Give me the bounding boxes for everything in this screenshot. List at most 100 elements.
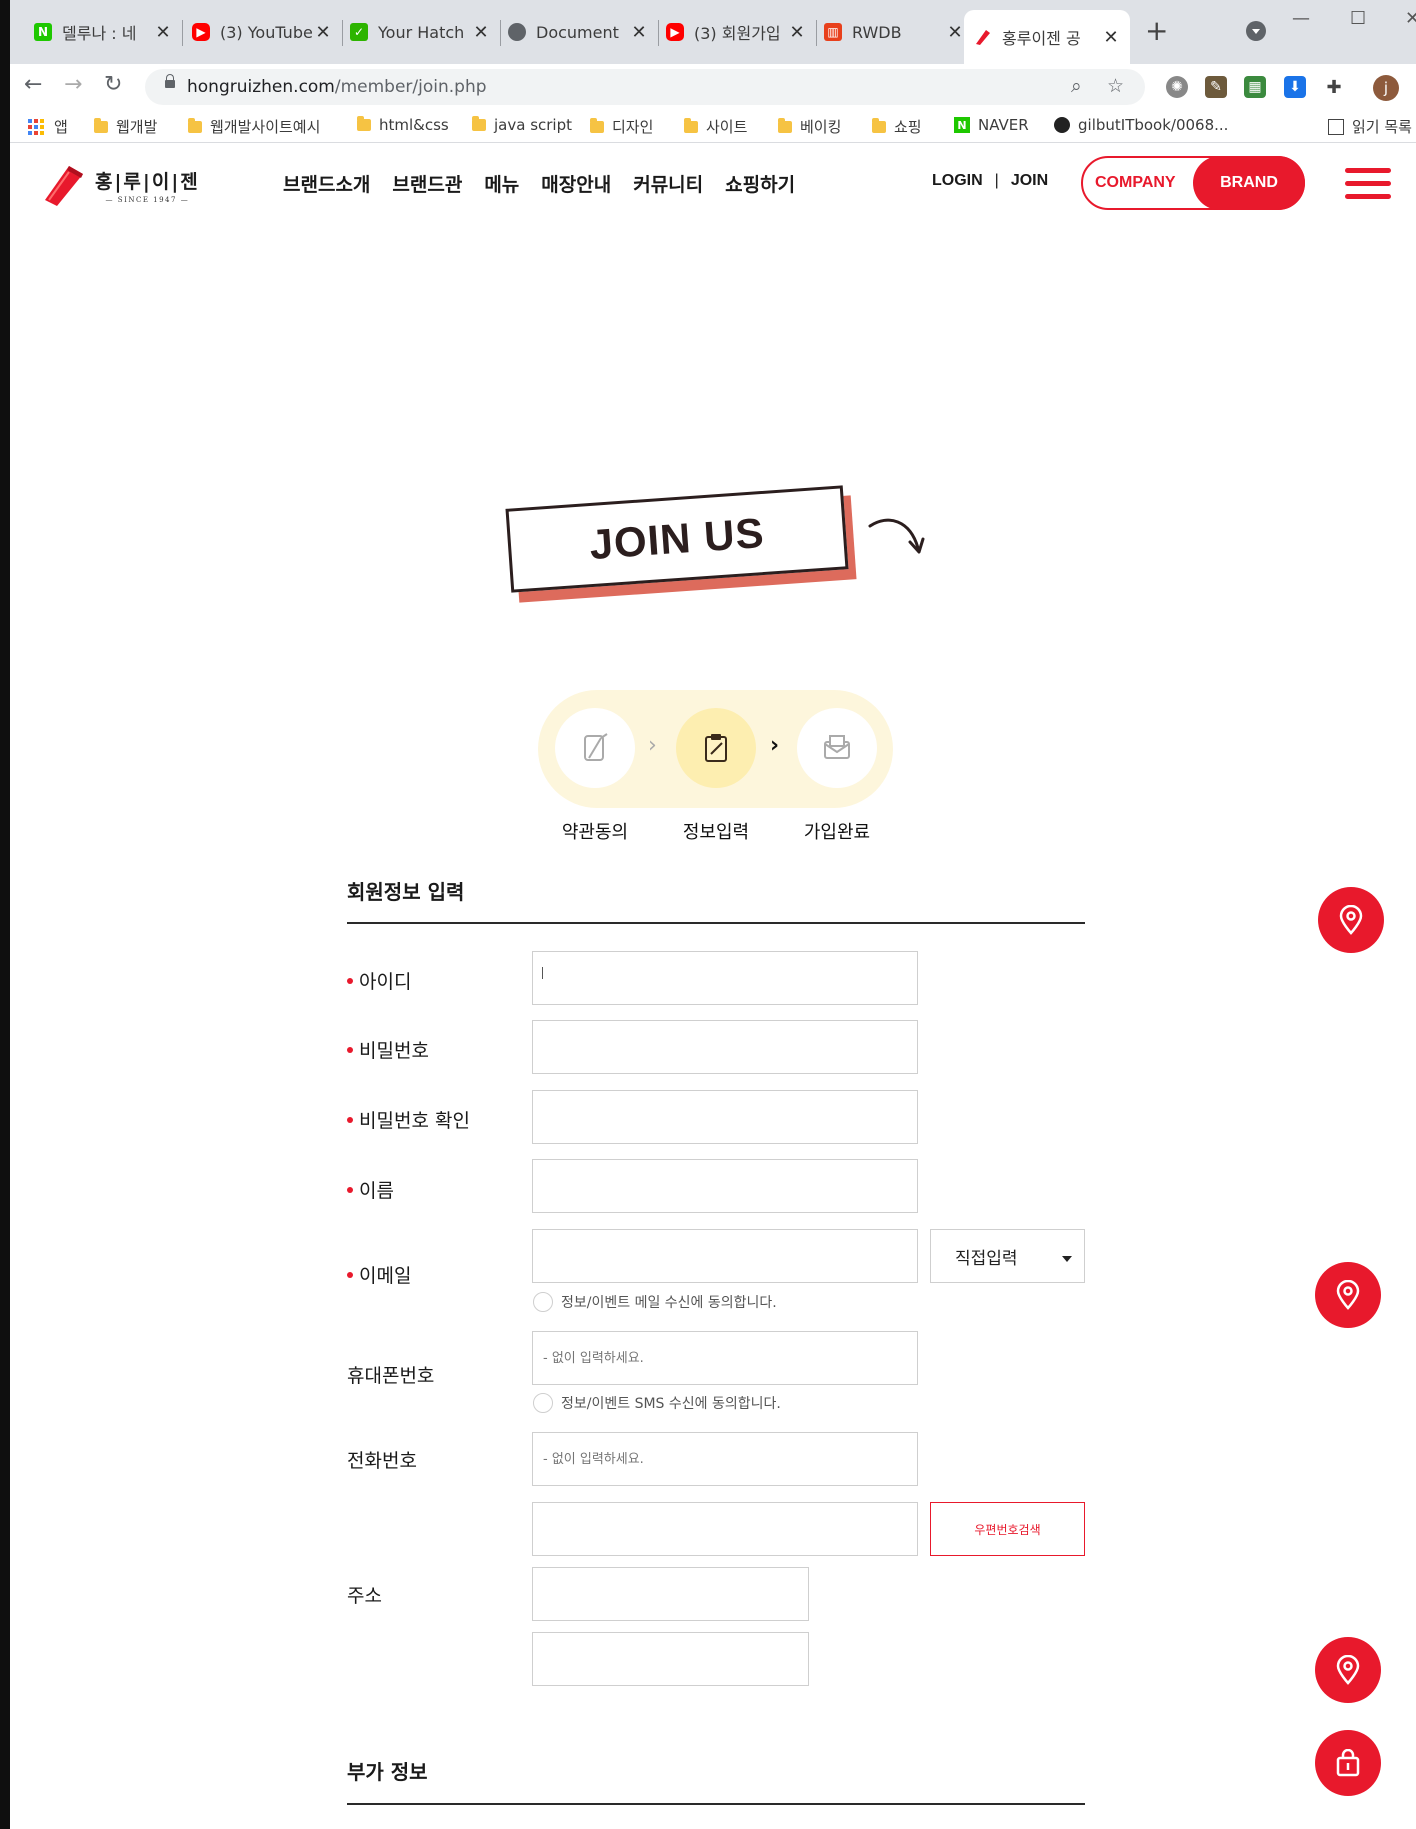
browser-tab-active[interactable]: 홍루이젠 공 ✕ [964,10,1130,64]
browser-tab[interactable]: ✓ Your Hatch ✕ [350,12,490,52]
nav-brand-hall[interactable]: 브랜드관 [392,170,462,197]
required-dot [347,977,353,984]
brand-toggle-option[interactable]: BRAND [1193,156,1305,210]
email-domain-select[interactable]: 직접입력 [930,1229,1085,1283]
bookmark-folder[interactable]: java script [472,116,572,134]
browser-tab[interactable]: ▥ RWDB ✕ [824,12,964,52]
zipcode-input[interactable] [532,1502,918,1556]
hatch-icon: ✓ [350,23,368,41]
nav-brand-intro[interactable]: 브랜드소개 [283,170,370,197]
bookmark-star-icon[interactable]: ☆ [1107,75,1124,97]
close-tab-icon[interactable]: ✕ [630,22,648,43]
bookmark-folder[interactable]: 사이트 [684,116,747,137]
tab-title: (3) YouTube [220,22,313,42]
back-icon[interactable]: ← [24,72,42,97]
close-window-icon[interactable]: ✕ [1405,8,1416,29]
browser-tab[interactable]: N 델루나 : 네 ✕ [34,12,172,52]
bookmark-folder[interactable]: 웹개발사이트예시 [188,116,320,137]
bookmark-folder[interactable]: 쇼핑 [872,116,922,137]
step-info-input [676,708,756,788]
hamburger-menu-icon[interactable] [1345,168,1391,200]
close-tab-icon[interactable]: ✕ [314,22,332,43]
zipcode-search-button[interactable]: 우편번호검색 [930,1502,1085,1556]
store-locator-button[interactable] [1318,887,1384,953]
bookmark-github[interactable]: gilbutITbook/0068... [1054,116,1228,134]
close-tab-icon[interactable]: ✕ [472,22,490,43]
minimize-icon[interactable]: — [1292,8,1310,29]
password-confirm-input[interactable] [532,1090,918,1144]
extension-eyedropper-icon[interactable]: ✎ [1205,76,1227,98]
company-brand-toggle[interactable]: COMPANY BRAND [1081,156,1305,210]
folder-icon [188,117,202,133]
bookmark-naver[interactable]: N NAVER [954,116,1029,134]
required-dot [347,1271,353,1278]
browser-tab[interactable]: ▶ (3) 회원가입 ✕ [666,12,806,52]
close-tab-icon[interactable]: ✕ [1102,27,1120,48]
sms-agree-radio[interactable] [533,1393,553,1413]
password-label: 비밀번호 [347,1036,429,1063]
company-toggle-option[interactable]: COMPANY [1095,174,1176,192]
profile-avatar[interactable]: j [1373,75,1399,101]
tab-search-icon[interactable] [1246,21,1266,41]
nav-stores[interactable]: 매장안내 [541,170,611,197]
folder-icon [357,116,371,131]
map-pin-icon [1336,1280,1360,1310]
extension-download-icon[interactable]: ⬇ [1284,76,1306,98]
sandwich-logo-icon [43,162,85,208]
sms-agree-option[interactable]: 정보/이벤트 SMS 수신에 동의합니다. [533,1393,781,1413]
close-tab-icon[interactable]: ✕ [788,22,806,43]
step-label-terms: 약관동의 [561,822,629,843]
nav-community[interactable]: 커뮤니티 [633,170,703,197]
browser-menu-icon[interactable]: ⋮ [1408,72,1416,93]
folder-icon [472,116,486,131]
email-agree-option[interactable]: 정보/이벤트 메일 수신에 동의합니다. [533,1292,777,1312]
browser-tab[interactable]: ▶ (3) YouTube ✕ [192,12,332,52]
password-input[interactable] [532,1020,918,1074]
bookmark-folder[interactable]: 베이킹 [778,116,841,137]
bookmark-apps[interactable]: 앱 [28,116,68,137]
email-input[interactable] [532,1229,918,1283]
phone-label: 전화번호 [347,1450,417,1472]
bookmark-folder[interactable]: html&css [357,116,449,134]
close-tab-icon[interactable]: ✕ [946,22,964,43]
nav-menu[interactable]: 메뉴 [484,170,519,197]
name-input[interactable] [532,1159,918,1213]
login-link[interactable]: LOGIN [932,172,983,190]
nav-shopping[interactable]: 쇼핑하기 [725,170,795,197]
folder-icon [872,117,886,133]
zoom-icon[interactable]: ⌕ [1071,75,1082,97]
mobile-input[interactable] [532,1331,918,1385]
bookmark-folder[interactable]: 디자인 [590,116,653,137]
address-bar[interactable]: hongruizhen.com/member/join.php ⌕ ☆ [145,69,1145,105]
browser-tab[interactable]: Document ✕ [508,12,648,52]
store-locator-button[interactable] [1315,1637,1381,1703]
address-detail-input[interactable] [532,1632,809,1686]
tab-title: 델루나 : 네 [62,24,137,43]
email-agree-label: 정보/이벤트 메일 수신에 동의합니다. [561,1295,777,1311]
window-frame [0,0,10,1829]
bookmark-folder[interactable]: 웹개발 [94,116,157,137]
close-tab-icon[interactable]: ✕ [154,22,172,43]
step-label-complete: 가입완료 [803,822,871,843]
store-locator-button[interactable] [1315,1262,1381,1328]
join-link[interactable]: JOIN [1011,172,1048,190]
tab-title: 홍루이젠 공 [1002,29,1081,48]
forward-icon[interactable]: → [64,72,82,97]
id-input[interactable] [532,951,918,1005]
site-logo[interactable]: 홍|루|이|젠 — SINCE 1947 — [43,162,200,208]
reload-icon[interactable]: ↻ [104,72,122,97]
required-dot [347,1046,353,1053]
extension-css-icon[interactable]: ▦ [1244,76,1266,98]
step-complete [797,708,877,788]
reading-list[interactable]: 읽기 목록 [1328,116,1412,137]
url-text: hongruizhen.com/member/join.php [187,77,487,97]
phone-input[interactable] [532,1432,918,1486]
email-agree-radio[interactable] [533,1292,553,1312]
address-input[interactable] [532,1567,809,1621]
shopping-bag-button[interactable] [1315,1730,1381,1796]
naver-icon: N [954,117,970,133]
extensions-puzzle-icon[interactable]: ✚ [1323,76,1345,98]
new-tab-button[interactable]: + [1145,14,1168,47]
extension-gear-icon[interactable]: ✺ [1166,76,1188,98]
maximize-icon[interactable]: ☐ [1350,8,1366,29]
